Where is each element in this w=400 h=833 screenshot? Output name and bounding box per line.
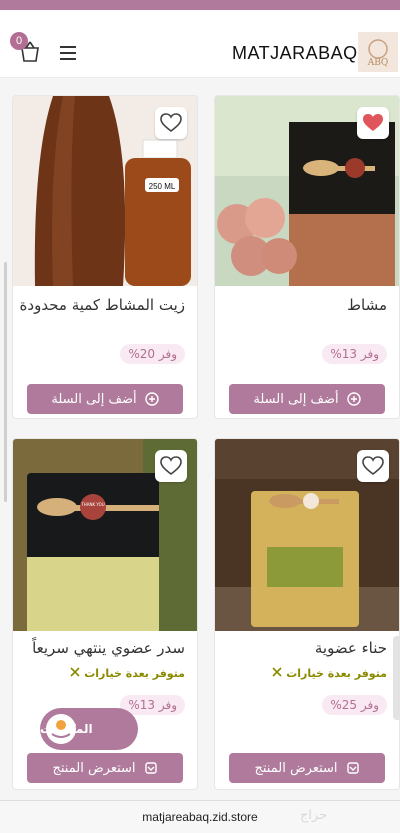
pouch-label: THANK YOU bbox=[80, 502, 104, 507]
discount-badge: وفر 20% bbox=[120, 344, 185, 364]
top-accent-strip bbox=[0, 0, 400, 10]
variants-note: متوفر بعدة خيارات bbox=[272, 667, 387, 680]
tools-icon bbox=[70, 667, 80, 677]
hamburger-menu-icon bbox=[60, 46, 76, 60]
add-to-cart-label: أضف إلى السلة bbox=[51, 391, 137, 407]
product-grid: 250 ML زيت المشاط كمية محدودة وفر 20% أض… bbox=[0, 78, 400, 800]
browser-address-bar[interactable]: matjareabaq.zid.store bbox=[0, 800, 400, 833]
heart-filled-icon bbox=[363, 114, 383, 131]
add-to-cart-button[interactable]: أضف إلى السلة bbox=[229, 384, 385, 414]
menu-button[interactable] bbox=[58, 44, 80, 62]
view-product-icon bbox=[144, 762, 157, 774]
product-title[interactable]: حناء عضوية bbox=[315, 639, 387, 657]
view-product-button[interactable]: استعرض المنتج bbox=[27, 753, 183, 783]
product-title[interactable]: زيت المشاط كمية محدودة bbox=[20, 296, 185, 314]
wishlist-button[interactable] bbox=[357, 107, 389, 139]
view-product-button[interactable]: استعرض المنتج bbox=[229, 753, 385, 783]
store-logo[interactable]: ABQ bbox=[358, 32, 398, 72]
bottle-label: 250 ML bbox=[149, 182, 176, 191]
scrollbar[interactable] bbox=[4, 262, 7, 502]
product-title[interactable]: مشاط bbox=[347, 296, 387, 314]
heart-icon bbox=[160, 456, 182, 476]
store-header: 0 MATJARABAQ ABQ bbox=[0, 10, 400, 78]
plus-circle-icon bbox=[346, 392, 361, 406]
rewards-button[interactable]: المكافآت bbox=[40, 708, 138, 750]
add-to-cart-label: أضف إلى السلة bbox=[253, 391, 339, 407]
rewards-icon bbox=[46, 714, 76, 744]
view-product-label: استعرض المنتج bbox=[254, 760, 338, 776]
heart-icon bbox=[160, 113, 182, 133]
variants-label: متوفر بعدة خيارات bbox=[286, 667, 387, 680]
plus-circle-icon bbox=[144, 392, 159, 406]
url-text: matjareabaq.zid.store bbox=[142, 810, 258, 824]
side-drawer-handle[interactable] bbox=[393, 636, 400, 720]
gift-hand-icon bbox=[51, 720, 71, 738]
wishlist-button[interactable] bbox=[155, 450, 187, 482]
tools-icon bbox=[272, 667, 282, 677]
product-card[interactable]: 250 ML زيت المشاط كمية محدودة وفر 20% أض… bbox=[12, 95, 198, 419]
watermark: حراج bbox=[300, 808, 328, 823]
cart-count-badge: 0 bbox=[10, 32, 28, 50]
store-name[interactable]: MATJARABAQ bbox=[232, 43, 358, 64]
wishlist-button[interactable] bbox=[357, 450, 389, 482]
product-title[interactable]: سدر عضوي ينتهي سريعاً bbox=[32, 639, 185, 657]
view-product-label: استعرض المنتج bbox=[52, 760, 136, 776]
heart-icon bbox=[362, 456, 384, 476]
add-to-cart-button[interactable]: أضف إلى السلة bbox=[27, 384, 183, 414]
product-card[interactable]: حناء عضوية متوفر بعدة خيارات وفر 25% است… bbox=[214, 438, 400, 790]
variants-note: متوفر بعدة خيارات bbox=[70, 667, 185, 680]
wishlist-button[interactable] bbox=[155, 107, 187, 139]
discount-badge: وفر 25% bbox=[322, 695, 387, 715]
variants-label: متوفر بعدة خيارات bbox=[84, 667, 185, 680]
discount-badge: وفر 13% bbox=[322, 344, 387, 364]
logo-text: ABQ bbox=[367, 58, 389, 68]
view-product-icon bbox=[346, 762, 359, 774]
product-card[interactable]: مشاط وفر 13% أضف إلى السلة bbox=[214, 95, 400, 419]
